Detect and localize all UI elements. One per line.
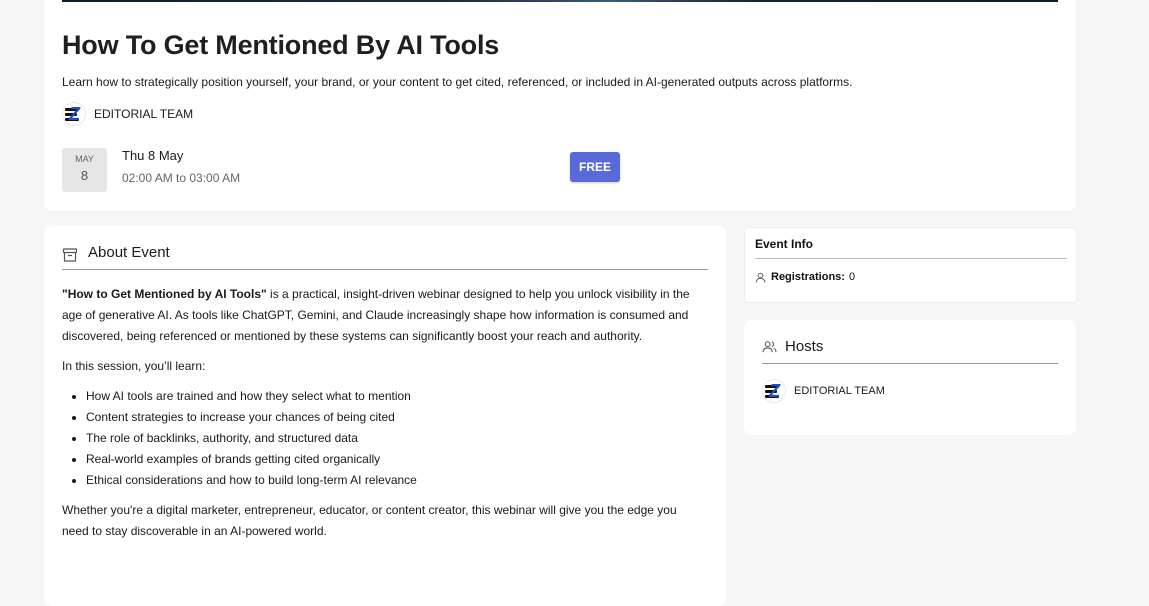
banner-image xyxy=(62,0,1058,2)
hosts-header: Hosts xyxy=(762,338,1058,364)
date-badge-month: MAY xyxy=(75,154,94,164)
event-info-heading: Event Info xyxy=(755,237,1067,259)
hosts-card: Hosts Z EDITORIAL TEAM xyxy=(744,320,1076,435)
organizer[interactable]: Z EDITORIAL TEAM xyxy=(62,102,193,126)
event-subtitle: Learn how to strategically position your… xyxy=(62,75,853,89)
users-icon xyxy=(762,341,777,353)
organizer-logo-icon: Z xyxy=(62,102,86,126)
free-register-button[interactable]: FREE xyxy=(570,152,620,182)
list-item: Content strategies to increase your chan… xyxy=(86,407,702,428)
user-icon xyxy=(755,272,766,283)
learn-points-list: How AI tools are trained and how they se… xyxy=(62,386,702,491)
registrations-label: Registrations: xyxy=(771,271,845,283)
list-item: Ethical considerations and how to build … xyxy=(86,470,702,491)
organizer-name: EDITORIAL TEAM xyxy=(94,107,194,121)
about-closing: Whether you're a digital marketer, entre… xyxy=(62,503,677,538)
archive-icon xyxy=(62,248,78,262)
about-event-header: About Event xyxy=(62,244,708,270)
event-header-card: How To Get Mentioned By AI Tools Learn h… xyxy=(44,0,1076,211)
list-item: How AI tools are trained and how they se… xyxy=(86,386,702,407)
about-intro-bold: "How to Get Mentioned by AI Tools" xyxy=(62,287,267,301)
about-event-heading: About Event xyxy=(88,244,170,261)
date-badge: MAY 8 xyxy=(62,148,107,192)
event-title: How To Get Mentioned By AI Tools xyxy=(62,30,500,60)
host-item[interactable]: Z EDITORIAL TEAM xyxy=(762,379,885,403)
about-intro: "How to Get Mentioned by AI Tools" is a … xyxy=(62,284,702,347)
list-item: The role of backlinks, authority, and st… xyxy=(86,428,702,449)
host-name: EDITORIAL TEAM xyxy=(794,385,885,397)
list-item: Real-world examples of brands getting ci… xyxy=(86,449,702,470)
about-learn-lead: In this session, you’ll learn: xyxy=(62,359,206,373)
event-info-card: Event Info Registrations: 0 xyxy=(744,227,1077,303)
event-datetime: Thu 8 May 02:00 AM to 03:00 AM xyxy=(122,148,240,185)
registrations-row: Registrations: 0 xyxy=(755,271,855,283)
host-logo-icon: Z xyxy=(762,379,786,403)
about-event-body: "How to Get Mentioned by AI Tools" is a … xyxy=(62,284,702,542)
event-date: Thu 8 May xyxy=(122,148,184,163)
event-time: 02:00 AM to 03:00 AM xyxy=(122,171,241,185)
hosts-heading: Hosts xyxy=(785,338,824,355)
registrations-count: 0 xyxy=(848,271,856,283)
date-badge-day: 8 xyxy=(80,168,89,183)
about-event-card: About Event "How to Get Mentioned by AI … xyxy=(44,226,726,606)
